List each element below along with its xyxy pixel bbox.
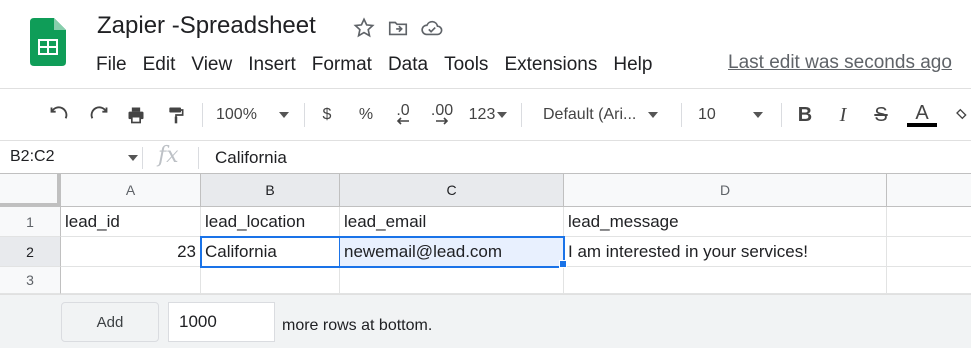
menu-edit[interactable]: Edit [135,52,184,78]
menu-view[interactable]: View [183,52,240,78]
column-header-c[interactable]: C [340,174,564,207]
print-icon[interactable] [123,102,149,128]
cell-e3[interactable] [887,267,971,294]
cell-d2[interactable]: I am interested in your services! [564,237,887,267]
fill-handle[interactable] [559,260,567,268]
font-size-value: 10 [698,106,716,123]
chevron-down-icon [752,112,763,118]
font-family-value: Default (Ari... [543,106,637,123]
menu-data[interactable]: Data [380,52,436,78]
bold-button[interactable]: B [794,102,816,128]
name-box[interactable]: B2:C2 [10,148,54,166]
formula-input[interactable]: California [215,148,287,168]
column-header-b[interactable]: B [201,174,340,207]
formula-bar: B2:C2 fx California [0,140,971,174]
column-header-e[interactable] [887,174,971,207]
font-family-select[interactable]: Default (Ari... [543,102,668,128]
percent-format-button[interactable]: % [355,102,377,128]
zoom-value: 100% [216,106,257,123]
cell-d1[interactable]: lead_message [564,207,887,237]
select-all-corner[interactable] [0,174,61,207]
cell-a2[interactable]: 23 [61,237,201,267]
strikethrough-button[interactable]: S [870,102,892,128]
cell-b2[interactable]: California [201,237,340,267]
paint-format-icon[interactable] [163,102,189,128]
row-header-2[interactable]: 2 [0,237,61,267]
menu-tools[interactable]: Tools [436,52,496,78]
text-color-swatch [907,123,937,127]
menu-bar: File Edit View Insert Format Data Tools … [88,52,660,78]
cell-e2[interactable] [887,237,971,267]
add-rows-button[interactable]: Add [61,302,159,342]
cell-d3[interactable] [564,267,887,294]
increase-decimal-label: .00 [430,102,454,119]
cell-e1[interactable] [887,207,971,237]
toolbar: 100% $ % .0 .00 123 Default (Ari... 10 B… [0,88,971,140]
increase-decimal-button[interactable]: .00 [426,102,458,128]
currency-format-button[interactable]: $ [316,102,338,128]
chevron-down-icon[interactable] [128,155,138,161]
font-size-select[interactable]: 10 [698,102,772,128]
chevron-down-icon [648,112,659,118]
rows-count-input[interactable]: 1000 [168,302,275,342]
redo-icon[interactable] [86,102,112,128]
star-icon[interactable] [352,16,376,40]
cell-b3[interactable] [201,267,340,294]
menu-extensions[interactable]: Extensions [496,52,605,78]
add-rows-bar: Add 1000 more rows at bottom. [0,294,971,348]
chevron-down-icon [497,112,508,118]
cell-c1[interactable]: lead_email [340,207,564,237]
cell-c3[interactable] [340,267,564,294]
function-icon: fx [158,143,179,168]
text-color-button[interactable]: A [906,102,938,128]
move-folder-icon[interactable] [386,16,410,40]
menu-help[interactable]: Help [605,52,660,78]
row-header-3[interactable]: 3 [0,267,61,294]
arrow-left-icon [396,117,409,125]
italic-button[interactable]: I [832,102,854,128]
cell-c2[interactable]: newemail@lead.com [340,237,564,267]
cell-a3[interactable] [61,267,201,294]
decrease-decimal-button[interactable]: .0 [390,102,416,128]
last-edit-link[interactable]: Last edit was seconds ago [728,52,952,74]
spreadsheet-grid: A B C D 1 2 3 lead_id lead_location lead… [0,174,971,294]
undo-icon[interactable] [46,102,72,128]
zoom-select[interactable]: 100% [216,102,296,128]
more-formats-label: 123 [468,106,496,123]
column-header-d[interactable]: D [564,174,887,207]
column-header-a[interactable]: A [61,174,201,207]
menu-format[interactable]: Format [304,52,380,78]
cloud-saved-icon[interactable] [420,16,444,40]
menu-insert[interactable]: Insert [240,52,304,78]
sheets-logo-icon[interactable] [30,18,66,66]
arrow-right-icon [436,117,449,125]
menu-file[interactable]: File [88,52,135,78]
decrease-decimal-label: .0 [396,102,410,119]
text-color-label: A [915,102,929,124]
fill-color-icon[interactable] [955,102,971,128]
more-formats-button[interactable]: 123 [465,102,511,128]
row-header-1[interactable]: 1 [0,207,61,237]
rows-label: more rows at bottom. [282,317,433,334]
chevron-down-icon [278,112,289,118]
document-title[interactable]: Zapier -Spreadsheet [97,12,316,40]
cell-a1[interactable]: lead_id [61,207,201,237]
cell-b1[interactable]: lead_location [201,207,340,237]
